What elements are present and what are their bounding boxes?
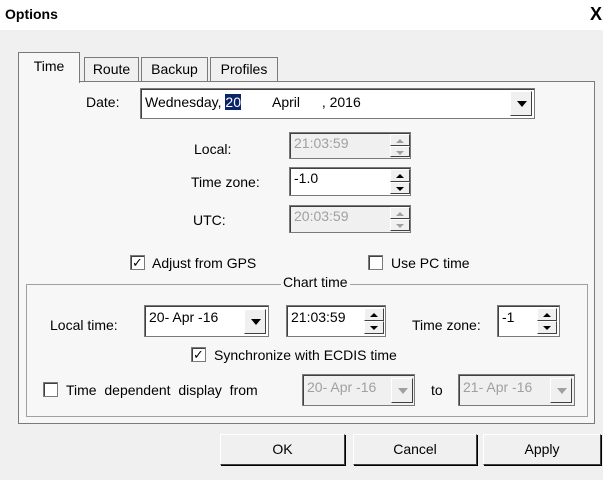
local-label: Local: — [194, 141, 232, 157]
arrow-up-icon — [396, 212, 404, 216]
synchronize-ecdis-label: Synchronize with ECDIS time — [214, 347, 397, 363]
display-to-dropdown-button — [550, 378, 572, 403]
utc-time-value: 20:03:59 — [294, 208, 349, 224]
date-day-selected: 20 — [225, 94, 241, 110]
arrow-up-icon[interactable] — [396, 174, 404, 178]
chart-date-value: 20- Apr -16 — [149, 309, 219, 325]
display-from-value: 20- Apr -16 — [307, 379, 377, 395]
time-zone-value: -1.0 — [294, 170, 319, 186]
chart-time-value: 21:03:59 — [291, 309, 346, 325]
chart-time-zone-value: -1 — [502, 309, 515, 325]
use-pc-time-checkbox[interactable] — [368, 255, 383, 270]
chart-time-title: Chart time — [281, 274, 350, 290]
chevron-down-icon — [557, 388, 567, 394]
arrow-up-icon[interactable] — [543, 313, 551, 317]
arrow-down-icon[interactable] — [370, 326, 378, 330]
date-weekday: Wednesday, — [145, 94, 222, 110]
arrow-up-icon[interactable] — [370, 313, 378, 317]
date-label: Date: — [86, 94, 120, 110]
chart-local-time-label: Local time: — [50, 317, 118, 333]
arrow-up-icon — [396, 139, 404, 143]
chart-time-zone-spinner[interactable] — [537, 308, 557, 334]
display-to-label: to — [431, 382, 443, 398]
local-time-spinner — [390, 134, 410, 157]
chevron-down-icon — [251, 319, 261, 325]
adjust-from-gps-checkbox[interactable]: ✓ — [130, 255, 145, 270]
display-from-dropdown-button — [391, 378, 413, 403]
tab-time[interactable]: Time — [18, 52, 80, 83]
chart-time-spinner[interactable] — [364, 308, 384, 334]
tab-backup[interactable]: Backup — [141, 57, 208, 82]
time-zone-label: Time zone: — [191, 174, 260, 190]
tab-route[interactable]: Route — [84, 57, 139, 82]
utc-label: UTC: — [193, 212, 226, 228]
arrow-down-icon — [396, 224, 404, 228]
title-bar: Options X — [0, 0, 603, 30]
apply-button[interactable]: Apply — [483, 434, 601, 465]
ok-button[interactable]: OK — [220, 434, 345, 465]
date-picker[interactable]: Wednesday, 20 April , 2016 — [140, 88, 535, 119]
arrow-down-icon[interactable] — [543, 326, 551, 330]
time-dependent-display-label: Time dependent display from — [66, 382, 258, 398]
synchronize-ecdis-checkbox[interactable]: ✓ — [191, 347, 206, 362]
chevron-down-icon — [517, 101, 527, 107]
date-dropdown-button[interactable] — [510, 91, 532, 116]
close-icon[interactable]: X — [589, 3, 603, 25]
display-to-value: 21- Apr -16 — [463, 379, 533, 395]
use-pc-time-label: Use PC time — [391, 255, 470, 271]
date-month: April — [272, 94, 301, 110]
checkmark-icon: ✓ — [193, 347, 204, 362]
arrow-down-icon[interactable] — [396, 186, 404, 191]
local-time-value: 21:03:59 — [294, 135, 349, 151]
tab-profiles[interactable]: Profiles — [210, 57, 278, 82]
utc-time-spinner — [390, 207, 410, 231]
chart-date-dropdown-button[interactable] — [244, 309, 266, 334]
adjust-from-gps-label: Adjust from GPS — [152, 255, 257, 271]
window-title: Options — [5, 6, 58, 22]
cancel-button[interactable]: Cancel — [353, 434, 477, 465]
time-dependent-display-checkbox[interactable] — [43, 382, 58, 397]
chevron-down-icon — [398, 388, 408, 394]
date-year: , 2016 — [321, 94, 361, 110]
time-zone-spinner[interactable] — [390, 169, 410, 194]
chart-time-zone-label: Time zone: — [412, 317, 481, 333]
arrow-down-icon — [396, 150, 404, 155]
checkmark-icon: ✓ — [132, 255, 143, 270]
